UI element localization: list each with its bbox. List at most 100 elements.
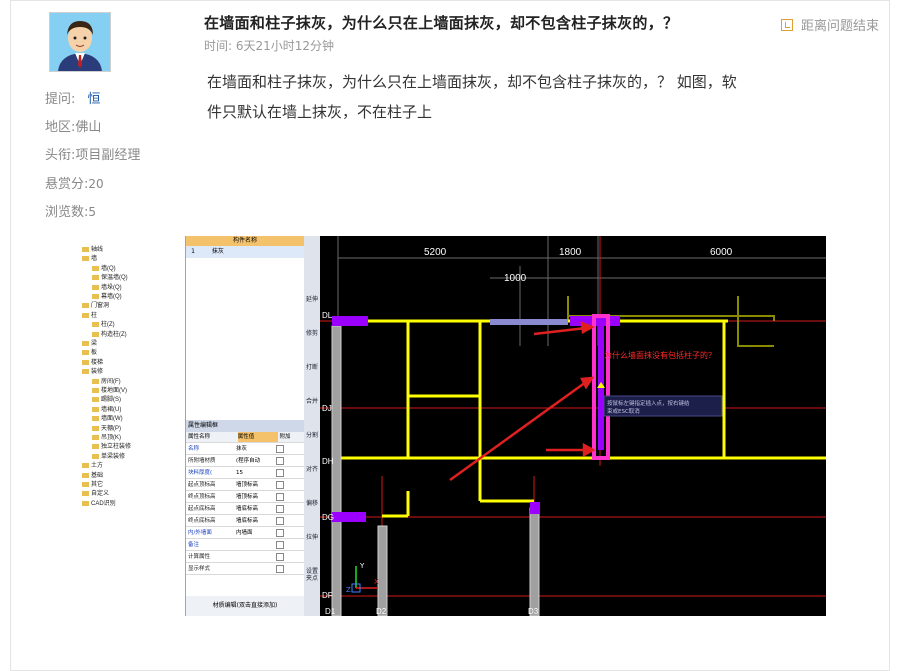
property-checkbox[interactable] (276, 480, 284, 489)
tree-item[interactable]: 房间(F) (92, 376, 121, 385)
property-value[interactable]: 墙顶标高 (236, 480, 276, 490)
property-row[interactable]: 计算属性 (186, 552, 304, 563)
tree-item[interactable]: 楼梯 (82, 357, 103, 366)
tree-item[interactable]: 墙 (82, 253, 97, 262)
asker-name-link[interactable]: 恒 (88, 92, 101, 107)
material-edit-footer[interactable]: 材质编辑(双击直接添加) (186, 596, 304, 616)
property-checkbox[interactable] (276, 552, 284, 561)
toolbar-button[interactable]: 修剪 (305, 330, 319, 337)
property-name: 块料厚度( (188, 470, 213, 476)
property-checkbox[interactable] (276, 504, 284, 513)
property-value[interactable]: 墙顶标高 (236, 492, 276, 502)
folder-icon (82, 463, 89, 469)
property-checkbox[interactable] (276, 516, 284, 525)
tree-item[interactable]: 轴线 (82, 244, 103, 253)
tree-item[interactable]: 其它 (82, 479, 103, 488)
tree-item[interactable]: 天棚(P) (92, 423, 121, 432)
toolbar-button[interactable]: 设置夹点 (305, 568, 319, 582)
tree-item-label: 踢脚(S) (101, 397, 121, 404)
property-value[interactable]: 抹灰 (236, 444, 276, 454)
property-value[interactable]: 15 (236, 468, 276, 478)
tree-item[interactable]: 土方 (82, 460, 103, 469)
property-row[interactable]: 起点底标高 墙底标高 (186, 504, 304, 515)
tree-item[interactable]: 柱 (82, 310, 97, 319)
property-checkbox[interactable] (276, 540, 284, 549)
tree-item[interactable]: 踢脚(S) (92, 394, 121, 403)
tree-item[interactable]: 单梁装修 (92, 451, 125, 460)
tree-item-label: 独立柱装修 (101, 444, 132, 451)
tree-item[interactable]: 吊顶(K) (92, 432, 121, 441)
toolbar-button[interactable]: 合并 (305, 398, 319, 405)
property-row[interactable]: 备注 (186, 540, 304, 551)
property-row[interactable]: 终点底标高 墙底标高 (186, 516, 304, 527)
tree-item[interactable]: 墙垛(Q) (92, 282, 122, 291)
folder-icon (82, 246, 89, 252)
toolbar-button[interactable]: 拉伸 (305, 534, 319, 541)
tree-item[interactable]: 楼地面(V) (92, 385, 127, 394)
tree-item[interactable]: 基础 (82, 470, 103, 479)
property-value[interactable]: 墙底标高 (236, 516, 276, 526)
property-checkbox[interactable] (276, 492, 284, 501)
tree-item[interactable]: 独立柱装修 (92, 441, 131, 450)
property-editor: 属性编辑框 属性名称 属性值 附加 材质编辑(双击直接添加) 名称 抹灰 所附墙材质… (186, 420, 304, 616)
property-value[interactable]: (程序自动 (236, 456, 276, 466)
views-label: 浏览数: (45, 205, 89, 220)
tree-item[interactable]: CAD识别 (82, 498, 116, 507)
property-row[interactable]: 名称 抹灰 (186, 444, 304, 455)
tree-item[interactable]: 装修 (82, 366, 103, 375)
property-row[interactable]: 显示样式 (186, 564, 304, 575)
question-status: 距离问题结束 (781, 15, 879, 34)
property-checkbox[interactable] (276, 564, 284, 573)
prop-col-name: 属性名称 (188, 434, 211, 440)
question-title: 在墙面和柱子抹灰，为什么只在上墙面抹灰，却不包含柱子抹灰的，？ (204, 14, 679, 32)
folder-icon (92, 265, 99, 271)
tree-item[interactable]: 门窗洞 (82, 300, 109, 309)
tree-item[interactable]: 墙面(W) (92, 413, 123, 422)
list-row[interactable]: 1 抹灰 (186, 246, 304, 258)
property-row[interactable]: 起点顶标高 墙顶标高 (186, 480, 304, 491)
tree-item-label: 墙(Q) (101, 265, 116, 272)
toolbar-button[interactable]: 延伸 (305, 296, 319, 303)
tree-item[interactable]: 柱(Z) (92, 319, 115, 328)
tree-item[interactable]: 墙(Q) (92, 263, 116, 272)
property-row[interactable]: 所附墙材质 (程序自动 (186, 456, 304, 467)
property-checkbox[interactable] (276, 468, 284, 477)
tree-item[interactable]: 墙裙(U) (92, 404, 121, 413)
tree-item[interactable]: 保温墙(Q) (92, 272, 128, 281)
attached-screenshot[interactable]: 轴线墙墙(Q) 保温墙(Q) 墙垛(Q) 幕墙(Q) 门窗洞柱柱(Z) 构造柱(Z) 梁板楼… (66, 236, 826, 616)
property-checkbox[interactable] (276, 528, 284, 537)
property-row[interactable]: 内/外墙面 内墙面 (186, 528, 304, 539)
folder-icon (92, 425, 99, 431)
property-checkbox[interactable] (276, 444, 284, 453)
tree-item-label: 保温墙(Q) (101, 275, 128, 282)
toolbar-button[interactable]: 对齐 (305, 466, 319, 473)
tooltip-line-1: 按鼠标左键指定插入点，按右键结 (607, 399, 690, 407)
cad-canvas[interactable]: 5200 1800 6000 1000 为什么墙面抹没有包括柱子的？ 按鼠标左键… (320, 236, 826, 616)
tree-item[interactable]: 构造柱(Z) (92, 329, 127, 338)
region-value: 佛山 (75, 120, 102, 135)
tree-item[interactable]: 板 (82, 347, 97, 356)
list-row-number: 1 (191, 248, 195, 255)
avatar[interactable] (49, 12, 111, 72)
folder-icon (92, 453, 99, 459)
property-value[interactable]: 内墙面 (236, 528, 276, 538)
toolbar-button[interactable]: 偏移 (305, 500, 319, 507)
tree-item-label: 板 (91, 350, 98, 357)
property-row[interactable]: 块料厚度( 15 (186, 468, 304, 479)
bounty-value: 20 (88, 177, 104, 191)
modify-toolbar: 延伸修剪打断合并分割对齐偏移拉伸设置夹点 (304, 236, 320, 616)
property-row[interactable]: 终点顶标高 墙顶标高 (186, 492, 304, 503)
question-body: 在墙面和柱子抹灰，为什么只在上墙面抹灰，却不包含柱子抹灰的，？ 如图，软 件只默… (207, 67, 857, 127)
tree-item-label: 楼梯 (91, 359, 104, 366)
property-value[interactable]: 墙底标高 (236, 504, 276, 514)
property-name: 计算属性 (188, 554, 211, 560)
toolbar-button[interactable]: 打断 (305, 364, 319, 371)
tree-item-label: 基础 (91, 472, 104, 479)
folder-icon (92, 331, 99, 337)
property-checkbox[interactable] (276, 456, 284, 465)
status-text: 距离问题结束 (801, 19, 880, 34)
tree-item[interactable]: 幕墙(Q) (92, 291, 122, 300)
toolbar-button[interactable]: 分割 (305, 432, 319, 439)
tree-item[interactable]: 自定义 (82, 488, 109, 497)
tree-item[interactable]: 梁 (82, 338, 97, 347)
